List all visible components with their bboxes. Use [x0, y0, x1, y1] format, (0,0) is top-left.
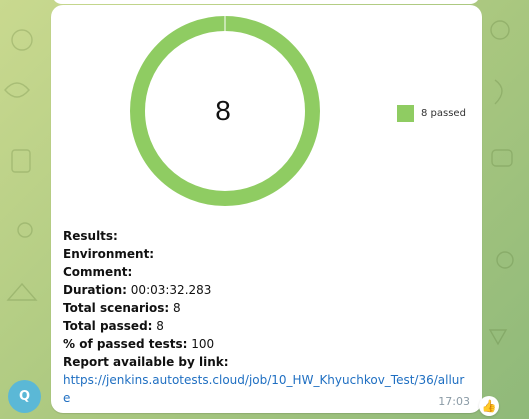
report-details: Results: Environment: Comment: Duration:… — [63, 227, 473, 407]
chart-legend: 8 passed — [397, 105, 466, 122]
duration-row: Duration: 00:03:32.283 — [63, 283, 212, 297]
total-scenarios-row: Total scenarios: 8 — [63, 301, 181, 315]
total-passed-value: 8 — [156, 319, 164, 333]
message-time: 17:03 — [438, 395, 470, 408]
legend-swatch-passed — [397, 105, 414, 122]
report-link[interactable]: https://jenkins.autotests.cloud/job/10_H… — [63, 371, 467, 407]
reaction-button[interactable]: 👍 — [479, 396, 499, 416]
percent-passed-value: 100 — [191, 337, 215, 351]
total-scenarios-value: 8 — [173, 301, 181, 315]
results-row: Results: — [63, 229, 118, 243]
percent-passed-row: % of passed tests: 100 — [63, 337, 215, 351]
environment-row: Environment: — [63, 247, 155, 261]
sender-avatar[interactable]: Q — [8, 380, 41, 413]
previous-message-bubble-edge — [52, 0, 480, 4]
message-bubble: 8 8 passed Results: Environment: Comment… — [51, 5, 482, 413]
report-link-label-row: Report available by link: — [63, 355, 229, 369]
comment-row: Comment: — [63, 265, 133, 279]
total-passed-row: Total passed: 8 — [63, 319, 164, 333]
duration-value: 00:03:32.283 — [130, 283, 212, 297]
report-chart: 8 8 passed — [51, 5, 482, 225]
chart-center-label: 8 — [215, 95, 231, 126]
legend-label-passed: 8 passed — [421, 108, 466, 119]
